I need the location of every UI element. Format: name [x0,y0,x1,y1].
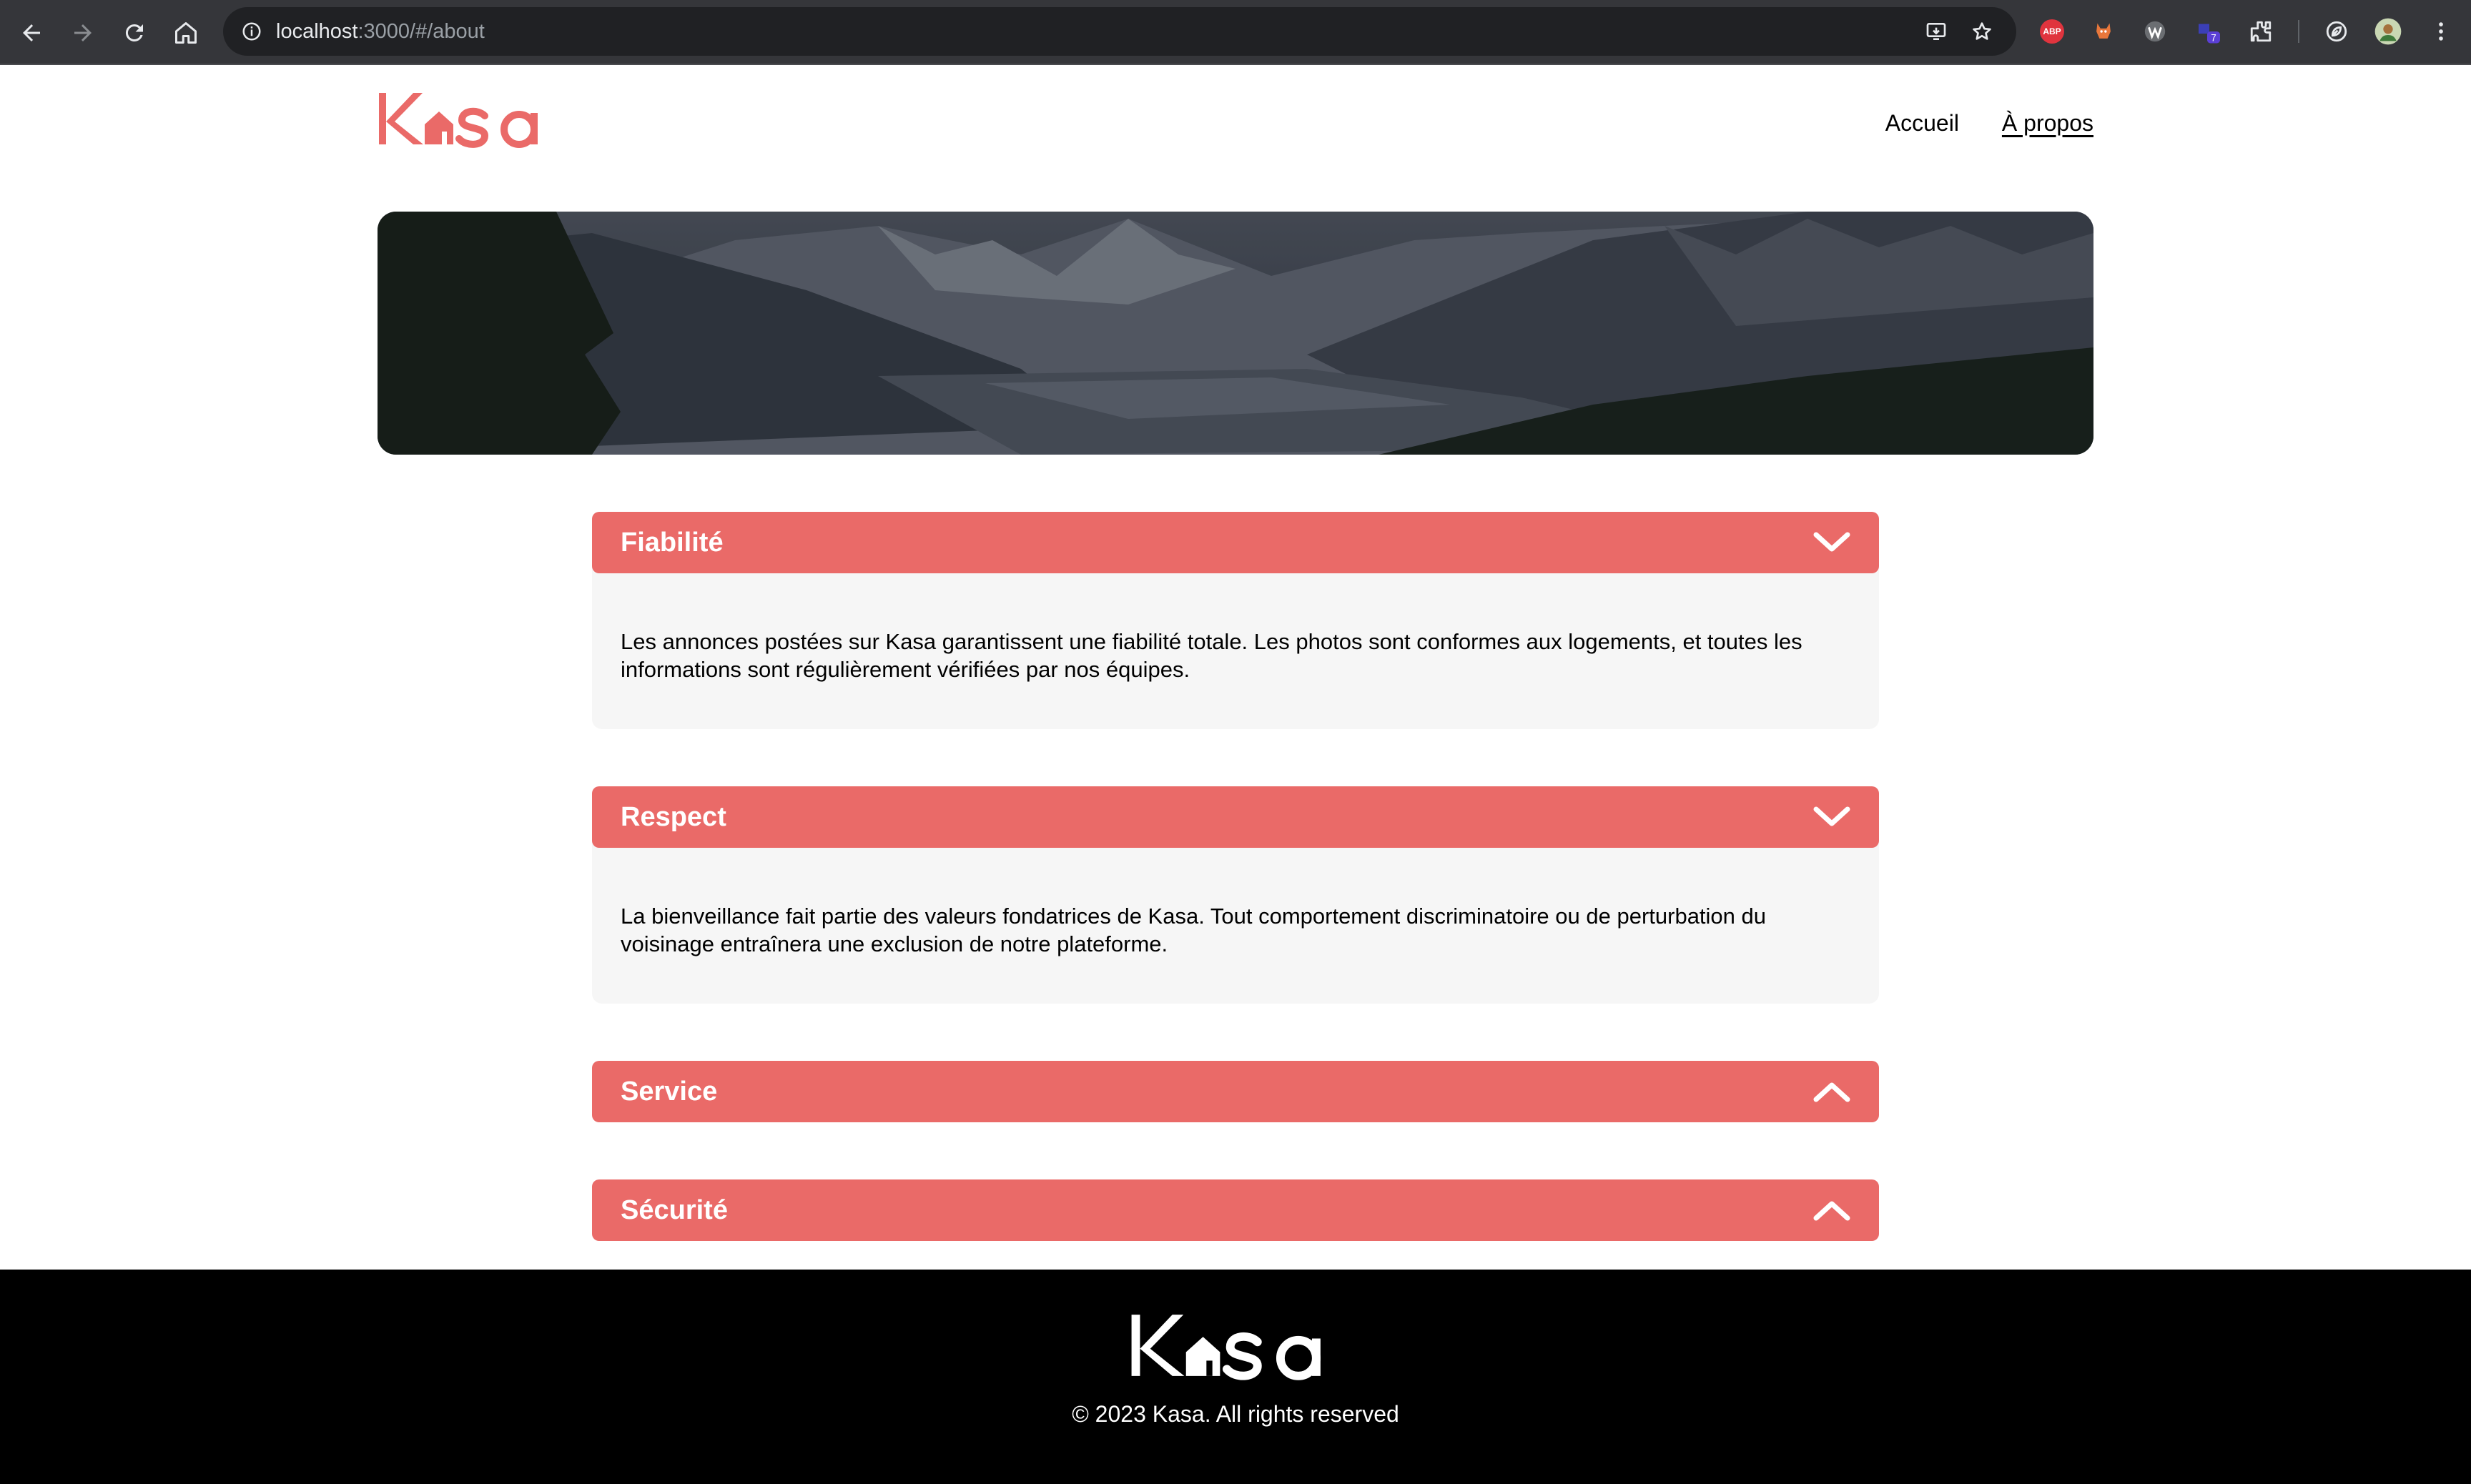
chevron-down-icon[interactable] [1813,802,1850,832]
chevron-up-icon[interactable] [1813,1195,1850,1225]
chevron-down-icon[interactable] [1813,528,1850,558]
wappalyzer-extension-icon[interactable] [2139,16,2171,47]
kasa-logo-graphic [379,93,538,148]
badge-extension-icon[interactable]: 7 [2194,16,2225,47]
chevron-up-icon[interactable] [1813,1077,1850,1107]
url-path: :3000/#/about [357,20,485,43]
collapse-fiabilite: Fiabilité Les annonces postées sur Kasa … [592,512,1879,729]
collapse-content: Les annonces postées sur Kasa garantisse… [592,566,1879,729]
reload-icon [125,24,143,41]
toolbar-separator [2298,20,2299,43]
footer-logo-graphic [1131,1315,1321,1380]
browser-menu-icon[interactable] [2425,16,2457,47]
main-nav: Accueil À propos [1885,110,2093,137]
collapse-title: Service [621,1076,718,1107]
collapse-header[interactable]: Service [592,1061,1879,1122]
forward-button[interactable] [63,13,103,53]
url-host: localhost [276,20,358,43]
nav-link-accueil[interactable]: Accueil [1885,110,1959,137]
collapse-header[interactable]: Respect [592,786,1879,848]
collapse-header[interactable]: Sécurité [592,1179,1879,1241]
leaf-extension-icon[interactable] [2321,16,2352,47]
collapse-securite: Sécurité [592,1179,1879,1241]
home-icon [175,22,197,44]
footer-kasa-logo [1125,1310,1347,1385]
about-collapse-list: Fiabilité Les annonces postées sur Kasa … [592,512,1879,1241]
profile-avatar-icon[interactable] [2372,16,2404,47]
kasa-logo[interactable] [378,89,556,152]
collapse-title: Fiabilité [621,527,724,558]
browser-toolbar: localhost:3000/#/about ABP 7 [0,0,2471,65]
site-header: Accueil À propos [378,89,2093,160]
back-arrow-icon [23,24,40,41]
collapse-respect: Respect La bienveillance fait partie des… [592,786,1879,1004]
adblock-label: ABP [2040,19,2064,44]
site-footer [0,1270,2471,1484]
collapse-content: La bienveillance fait partie des valeurs… [592,841,1879,1004]
collapse-service: Service [592,1061,1879,1122]
site-info-icon[interactable] [237,17,266,46]
collapse-header[interactable]: Fiabilité [592,512,1879,573]
collapse-title: Respect [621,801,726,832]
footer-copyright: © 2023 Kasa. All rights reserved [1072,1401,1399,1427]
extensions-puzzle-icon[interactable] [2245,16,2277,47]
collapse-title: Sécurité [621,1194,728,1225]
reload-button[interactable] [114,13,154,53]
bookmark-star-icon[interactable] [1968,17,1996,46]
extension-badge-count: 7 [2211,33,2216,44]
home-button[interactable] [166,13,206,53]
about-banner-image [378,212,2093,455]
adblock-extension-icon[interactable]: ABP [2036,16,2068,47]
fox-extension-icon[interactable] [2088,16,2119,47]
nav-link-a-propos[interactable]: À propos [2002,110,2093,137]
back-button[interactable] [11,13,51,53]
install-app-icon[interactable] [1922,17,1950,46]
url-text[interactable]: localhost:3000/#/about [276,19,485,44]
address-bar[interactable]: localhost:3000/#/about [223,7,2016,56]
forward-arrow-icon [74,24,92,41]
